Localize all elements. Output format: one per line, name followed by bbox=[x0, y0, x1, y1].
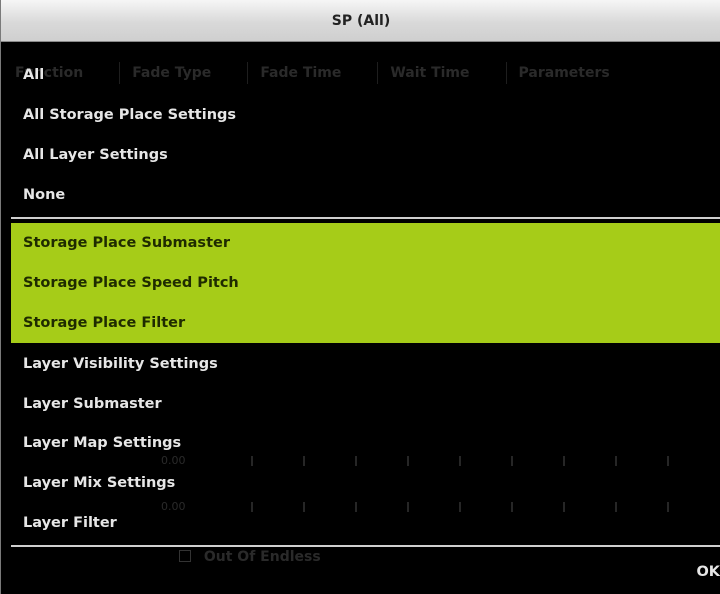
ok-button-label: OK bbox=[696, 564, 720, 580]
menu-item-storage-place-submaster[interactable]: Storage Place Submaster bbox=[11, 223, 720, 263]
menu-item-label: Layer Filter bbox=[23, 515, 117, 531]
menu-item-label: None bbox=[23, 187, 66, 203]
menu-item-layer-visibility-settings[interactable]: Layer Visibility Settings bbox=[11, 344, 720, 384]
menu-item-label: Layer Map Settings bbox=[23, 435, 182, 451]
menu-divider bbox=[11, 217, 720, 219]
menu-item-all[interactable]: All bbox=[11, 55, 720, 95]
selection-menu: All All Storage Place Settings All Layer… bbox=[1, 0, 720, 594]
menu-item-label: Layer Mix Settings bbox=[23, 475, 176, 491]
menu-item-label: All Layer Settings bbox=[23, 147, 168, 163]
menu-item-label: Layer Submaster bbox=[23, 396, 162, 412]
menu-item-all-storage-place-settings[interactable]: All Storage Place Settings bbox=[11, 95, 720, 135]
menu-item-storage-place-speed-pitch[interactable]: Storage Place Speed Pitch bbox=[11, 263, 720, 303]
menu-item-storage-place-filter[interactable]: Storage Place Filter bbox=[11, 303, 720, 343]
menu-item-label: All bbox=[23, 67, 45, 83]
menu-item-label: All Storage Place Settings bbox=[23, 107, 237, 123]
menu-divider bbox=[11, 545, 720, 547]
menu-item-label: Layer Visibility Settings bbox=[23, 356, 218, 372]
menu-item-label: Storage Place Filter bbox=[23, 315, 186, 331]
menu-item-layer-filter[interactable]: Layer Filter bbox=[11, 503, 720, 543]
menu-item-layer-map-settings[interactable]: Layer Map Settings bbox=[11, 423, 720, 463]
menu-item-label: Storage Place Submaster bbox=[23, 235, 230, 251]
menu-item-layer-mix-settings[interactable]: Layer Mix Settings bbox=[11, 463, 720, 503]
menu-item-layer-submaster[interactable]: Layer Submaster bbox=[11, 384, 720, 424]
ok-button[interactable]: OK bbox=[696, 564, 720, 584]
menu-item-label: Storage Place Speed Pitch bbox=[23, 275, 239, 291]
menu-item-none[interactable]: None bbox=[11, 175, 720, 215]
menu-item-all-layer-settings[interactable]: All Layer Settings bbox=[11, 135, 720, 175]
dialog-window: SP (All) Function Fade Type Fade Time Wa… bbox=[0, 0, 720, 594]
